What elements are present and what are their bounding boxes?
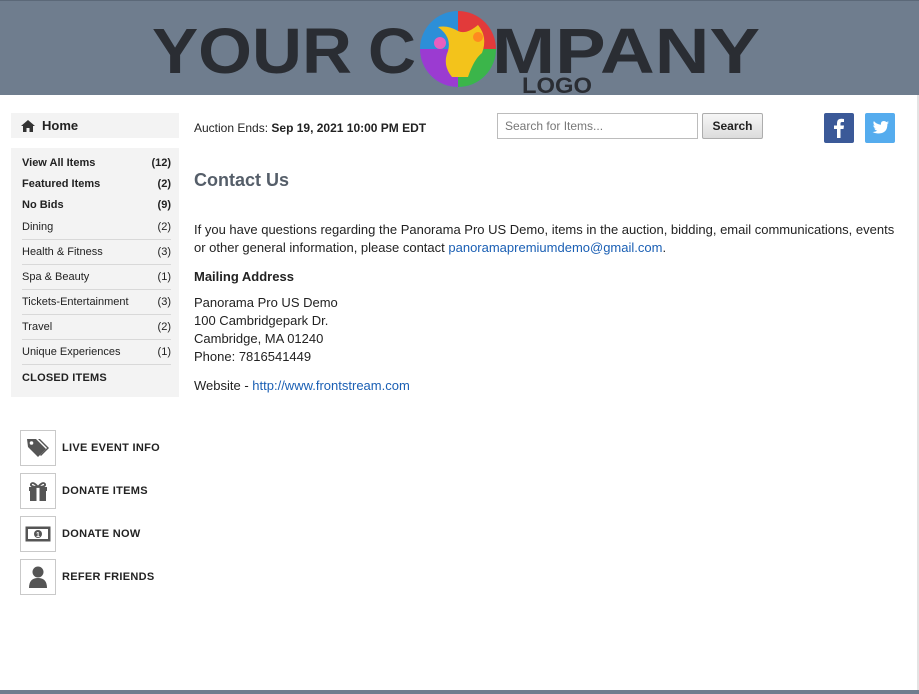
category-count: (1) xyxy=(157,271,171,283)
category-label: Unique Experiences xyxy=(22,346,121,358)
category-count: (3) xyxy=(157,296,171,308)
mailing-address: Panorama Pro US Demo 100 Cambridgepark D… xyxy=(194,294,904,366)
category-count: (9) xyxy=(157,198,171,211)
twitter-icon[interactable] xyxy=(865,113,895,143)
sidebar: Home View All Items (12) Featured Items (2… xyxy=(11,113,179,397)
sidebar-item-health-fitness[interactable]: Health & Fitness (3) xyxy=(22,240,171,265)
home-label: Home xyxy=(42,118,79,133)
action-label: LIVE EVENT INFO xyxy=(62,442,161,454)
address-line: Cambridge, MA 01240 xyxy=(194,331,324,346)
mailing-address-heading: Mailing Address xyxy=(194,269,294,284)
sidebar-item-unique-experiences[interactable]: Unique Experiences (1) xyxy=(22,340,171,365)
svg-text:LOGO: LOGO xyxy=(522,73,592,97)
svg-text:1: 1 xyxy=(36,532,40,539)
action-list: LIVE EVENT INFO DONATE ITEMS 1 DONATE NO… xyxy=(20,430,160,602)
address-line: Phone: 7816541449 xyxy=(194,349,312,364)
auction-ends: Auction Ends: Sep 19, 2021 10:00 PM EDT xyxy=(194,121,426,135)
category-label: Spa & Beauty xyxy=(22,271,90,283)
category-count: (2) xyxy=(157,177,171,190)
home-icon xyxy=(21,119,35,132)
contact-text-end: . xyxy=(662,240,667,255)
sidebar-item-closed-items[interactable]: CLOSED ITEMS xyxy=(22,365,171,391)
tags-icon xyxy=(20,430,56,466)
category-count: (3) xyxy=(157,246,171,258)
category-label: CLOSED ITEMS xyxy=(22,372,107,384)
sidebar-item-spa-beauty[interactable]: Spa & Beauty (1) xyxy=(22,265,171,290)
sidebar-item-no-bids[interactable]: No Bids (9) xyxy=(22,194,171,215)
refer-friends-link[interactable]: REFER FRIENDS xyxy=(20,559,160,595)
main-content: Contact Us If you have questions regardi… xyxy=(194,170,904,393)
category-label: Tickets-Entertainment xyxy=(22,296,129,308)
category-label: Featured Items xyxy=(22,177,101,190)
sidebar-item-travel[interactable]: Travel (2) xyxy=(22,315,171,340)
auction-ends-date: Sep 19, 2021 10:00 PM EDT xyxy=(271,121,427,135)
category-list: View All Items (12) Featured Items (2) No … xyxy=(11,148,179,397)
action-label: REFER FRIENDS xyxy=(62,571,155,583)
category-label: View All Items xyxy=(22,156,96,169)
svg-text:YOUR: YOUR xyxy=(152,15,352,87)
category-label: Dining xyxy=(22,221,54,233)
site-header: YOUR C MPANY LOGO xyxy=(0,0,919,97)
contact-paragraph: If you have questions regarding the Pano… xyxy=(194,221,904,257)
category-count: (12) xyxy=(151,156,171,169)
sidebar-item-dining[interactable]: Dining (2) xyxy=(22,215,171,240)
sidebar-item-tickets-entertainment[interactable]: Tickets-Entertainment (3) xyxy=(22,290,171,315)
search-input[interactable] xyxy=(497,113,698,139)
address-line: Panorama Pro US Demo xyxy=(194,295,338,310)
user-icon xyxy=(20,559,56,595)
address-line: 100 Cambridgepark Dr. xyxy=(194,313,329,328)
svg-text:C: C xyxy=(368,15,416,87)
category-label: Health & Fitness xyxy=(22,246,103,258)
category-label: No Bids xyxy=(22,198,64,211)
donate-items-link[interactable]: DONATE ITEMS xyxy=(20,473,160,509)
page-title: Contact Us xyxy=(194,170,290,190)
action-label: DONATE ITEMS xyxy=(62,485,148,497)
search-button[interactable]: Search xyxy=(702,113,763,139)
live-event-info-link[interactable]: LIVE EVENT INFO xyxy=(20,430,160,466)
auction-ends-label: Auction Ends: xyxy=(194,121,269,135)
sidebar-item-featured[interactable]: Featured Items (2) xyxy=(22,173,171,194)
money-icon: 1 xyxy=(20,516,56,552)
website-label: Website - xyxy=(194,378,253,393)
sidebar-item-view-all[interactable]: View All Items (12) xyxy=(22,152,171,173)
action-label: DONATE NOW xyxy=(62,528,141,540)
company-logo[interactable]: YOUR C MPANY LOGO xyxy=(152,7,762,97)
footer-bar xyxy=(0,690,919,694)
category-count: (2) xyxy=(157,321,171,333)
sidebar-home[interactable]: Home xyxy=(11,113,179,138)
contact-email-link[interactable]: panoramapremiumdemo@gmail.com xyxy=(448,240,662,255)
facebook-icon[interactable] xyxy=(824,113,854,143)
logo-globe-icon xyxy=(420,11,496,87)
category-count: (1) xyxy=(157,346,171,358)
category-label: Travel xyxy=(22,321,53,333)
donate-now-link[interactable]: 1 DONATE NOW xyxy=(20,516,160,552)
gift-icon xyxy=(20,473,56,509)
category-count: (2) xyxy=(157,221,171,233)
website-link[interactable]: http://www.frontstream.com xyxy=(252,378,410,393)
website-line: Website - http://www.frontstream.com xyxy=(194,378,904,393)
